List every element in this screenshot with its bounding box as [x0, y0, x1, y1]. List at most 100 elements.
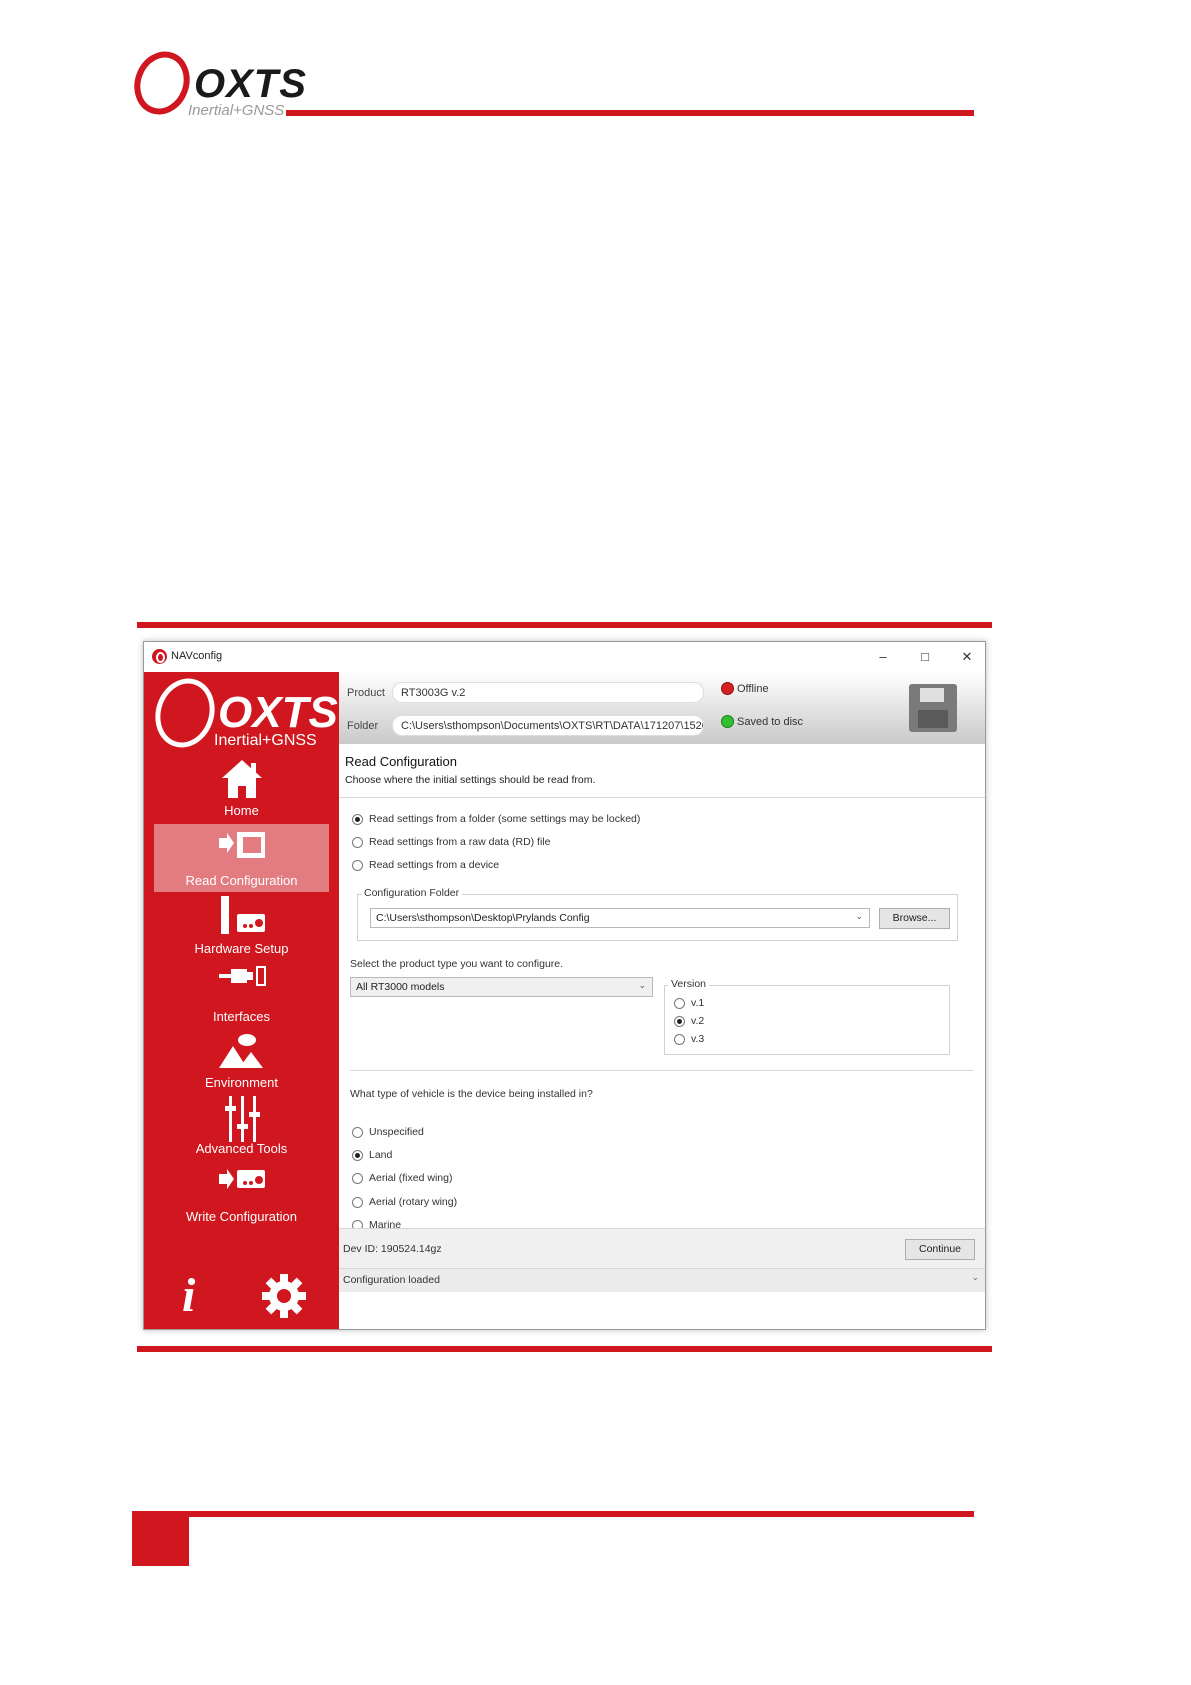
source-option-label: Read settings from a raw data (RD) file [369, 836, 551, 848]
vehicle-label: Aerial (fixed wing) [369, 1172, 453, 1184]
advanced-tools-icon [224, 1096, 260, 1142]
version-label: v.3 [691, 1033, 705, 1045]
radio-icon [352, 1126, 363, 1138]
sidebar-logo-tagline: Inertial+GNSS [214, 732, 317, 749]
navconfig-app-icon [152, 649, 167, 664]
source-option-folder[interactable]: Read settings from a folder (some settin… [352, 813, 640, 825]
chevron-down-icon[interactable]: ⌄ [971, 1272, 979, 1283]
status-message: Configuration loaded [343, 1274, 440, 1286]
nav-home[interactable]: Home [154, 754, 329, 822]
device-id: Dev ID: 190524.14gz [343, 1243, 442, 1255]
minimize-button[interactable]: – [868, 646, 898, 668]
nav-environment-label: Environment [205, 1075, 278, 1090]
vehicle-option-land[interactable]: Land [352, 1149, 392, 1161]
figure-bottom-rule [137, 1346, 992, 1352]
read-configuration-panel: Read Configuration Choose where the init… [339, 744, 985, 1231]
title-bar: NAVconfig – □ ✕ [144, 642, 985, 672]
maximize-button[interactable]: □ [910, 646, 940, 668]
doc-logo-tagline: Inertial+GNSS [188, 102, 285, 119]
home-icon [221, 760, 262, 798]
source-option-device[interactable]: Read settings from a device [352, 859, 499, 871]
nav-advanced-tools[interactable]: Advanced Tools [154, 1092, 329, 1160]
nav-read-configuration[interactable]: Read Configuration [154, 824, 329, 892]
nav-hardware-setup-label: Hardware Setup [194, 941, 289, 956]
status-bar: Configuration loaded ⌄ [339, 1268, 985, 1292]
version-label: v.1 [691, 997, 705, 1009]
product-label: Product [347, 687, 385, 699]
oxts-ring-icon [146, 670, 224, 756]
version-option-v1[interactable]: v.1 [674, 997, 704, 1009]
gear-icon[interactable] [261, 1273, 307, 1319]
version-option-v3[interactable]: v.3 [674, 1033, 704, 1045]
chevron-down-icon[interactable]: ⌄ [855, 911, 863, 922]
configuration-folder-value: C:\Users\sthompson\Desktop\Prylands Conf… [376, 912, 590, 924]
nav-advanced-tools-label: Advanced Tools [195, 1141, 288, 1156]
interfaces-icon [218, 966, 266, 986]
action-bar: Dev ID: 190524.14gz Continue [339, 1228, 985, 1268]
browse-button[interactable]: Browse... [879, 908, 950, 929]
vehicle-label: Unspecified [369, 1126, 424, 1138]
figure-top-rule [137, 622, 992, 628]
info-icon[interactable]: i [182, 1272, 195, 1320]
folder-label: Folder [347, 720, 379, 732]
radio-icon [352, 1196, 363, 1208]
page-subtitle: Choose where the initial settings should… [345, 774, 596, 786]
hardware-setup-icon [220, 896, 265, 934]
product-field[interactable]: RT3003G v.2 [392, 682, 704, 703]
source-option-rd-file[interactable]: Read settings from a raw data (RD) file [352, 836, 550, 848]
nav-write-configuration[interactable]: Write Configuration [154, 1160, 329, 1228]
radio-selected-icon [352, 813, 363, 825]
source-option-label: Read settings from a device [369, 859, 500, 871]
radio-selected-icon [352, 1149, 363, 1161]
saved-status-icon [721, 715, 734, 728]
chevron-down-icon[interactable]: ⌄ [638, 980, 646, 991]
doc-logo-text: OXTS [194, 62, 307, 106]
document-page: OXTS Inertial+GNSS NAVconfig – □ ✕ OXTS … [0, 0, 1191, 1685]
read-configuration-icon [218, 832, 265, 858]
vehicle-option-unspecified[interactable]: Unspecified [352, 1126, 424, 1138]
sidebar-logo-text: OXTS [218, 688, 338, 737]
nav-interfaces[interactable]: Interfaces [154, 960, 329, 1028]
continue-button[interactable]: Continue [905, 1239, 975, 1260]
page-title: Read Configuration [345, 754, 458, 769]
vehicle-label: Land [369, 1149, 393, 1161]
product-type-prompt: Select the product type you want to conf… [350, 958, 564, 970]
nav-hardware-setup[interactable]: Hardware Setup [154, 892, 329, 960]
oxts-document-logo: OXTS Inertial+GNSS [132, 50, 306, 120]
save-disk-icon[interactable] [909, 684, 957, 732]
folder-field[interactable]: C:\Users\sthompson\Documents\OXTS\RT\DAT… [392, 715, 704, 736]
page-number-block [132, 1511, 189, 1566]
oxts-ring-icon [134, 51, 190, 115]
product-type-select[interactable]: All RT3000 models ⌄ [350, 977, 653, 997]
vehicle-option-aerial-fixed-wing[interactable]: Aerial (fixed wing) [352, 1172, 452, 1184]
nav-environment[interactable]: Environment [154, 1026, 329, 1094]
window-title: NAVconfig [171, 650, 223, 662]
divider [339, 797, 985, 798]
configuration-folder-combo[interactable]: C:\Users\sthompson\Desktop\Prylands Conf… [370, 908, 870, 928]
product-type-value: All RT3000 models [356, 981, 445, 993]
version-group [664, 985, 950, 1055]
radio-selected-icon [674, 1015, 685, 1027]
version-label: v.2 [691, 1015, 705, 1027]
radio-icon [674, 997, 685, 1009]
environment-icon [218, 1034, 263, 1068]
close-button[interactable]: ✕ [952, 646, 982, 668]
saved-status: Saved to disc [737, 716, 804, 728]
radio-icon [674, 1033, 685, 1045]
vehicle-label: Aerial (rotary wing) [369, 1196, 458, 1208]
footer-rule [132, 1511, 974, 1517]
nav-home-label: Home [224, 803, 259, 818]
header-rule [286, 110, 974, 116]
vehicle-option-aerial-rotary-wing[interactable]: Aerial (rotary wing) [352, 1196, 457, 1208]
nav-read-configuration-label: Read Configuration [185, 873, 298, 888]
version-legend: Version [668, 978, 710, 990]
divider [350, 1070, 973, 1071]
connection-status: Offline [737, 683, 769, 695]
navconfig-window: NAVconfig – □ ✕ OXTS Inertial+GNSS Home [143, 641, 986, 1330]
offline-status-icon [721, 682, 734, 695]
nav-interfaces-label: Interfaces [212, 1009, 271, 1024]
vehicle-type-prompt: What type of vehicle is the device being… [350, 1088, 593, 1100]
radio-icon [352, 836, 363, 848]
version-option-v2[interactable]: v.2 [674, 1015, 704, 1027]
sidebar: OXTS Inertial+GNSS Home Read Configurati… [144, 670, 339, 1329]
